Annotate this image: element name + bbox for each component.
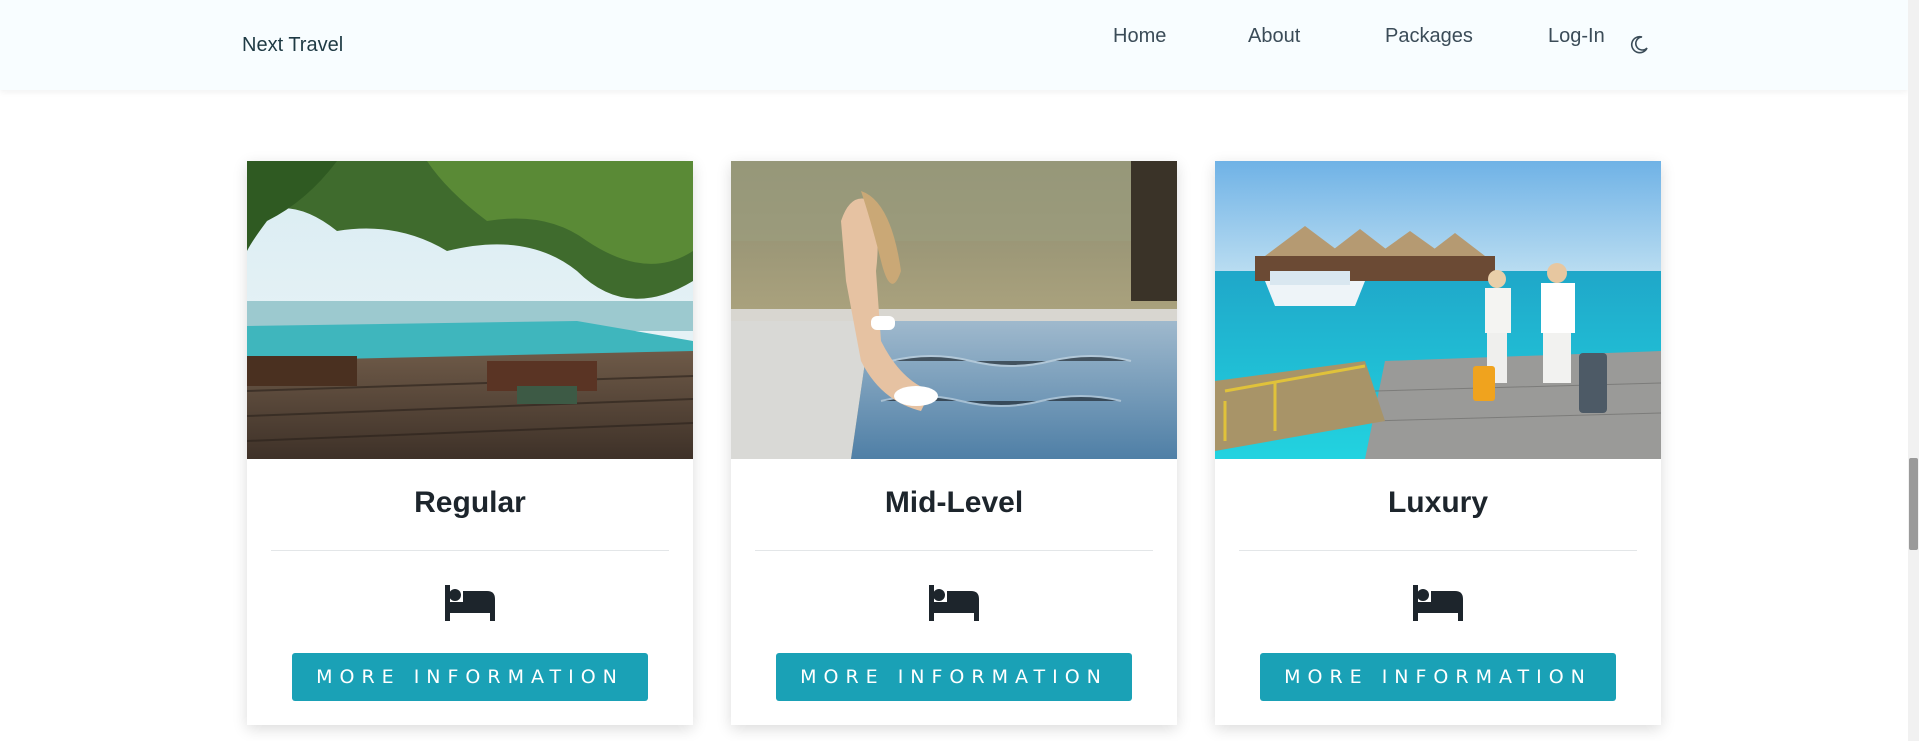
package-card-regular: Regular MORE INFORMATION	[247, 161, 693, 725]
page-scrollbar[interactable]	[1908, 0, 1919, 741]
package-card-luxury: Luxury MORE INFORMATION	[1215, 161, 1661, 725]
more-information-button[interactable]: MORE INFORMATION	[1260, 653, 1616, 701]
woman-in-pool-image	[731, 161, 1177, 459]
bed-icon	[927, 585, 981, 621]
nav-link-packages[interactable]: Packages	[1385, 25, 1473, 48]
navbar: Next Travel Home About Packages Log-In	[0, 0, 1908, 90]
nav-link-login[interactable]: Log-In	[1548, 25, 1605, 48]
nav-link-home[interactable]: Home	[1113, 25, 1166, 48]
scrollbar-thumb[interactable]	[1909, 458, 1918, 550]
package-card-mid-level: Mid-Level MORE INFORMATION	[731, 161, 1177, 725]
bed-icon	[1411, 585, 1465, 621]
divider	[271, 550, 669, 551]
package-title: Mid-Level	[884, 486, 1024, 519]
package-title: Luxury	[1387, 486, 1489, 519]
more-information-button[interactable]: MORE INFORMATION	[292, 653, 648, 701]
divider	[755, 550, 1153, 551]
nav-link-about[interactable]: About	[1248, 25, 1300, 48]
moon-icon[interactable]	[1628, 34, 1650, 56]
divider	[1239, 550, 1637, 551]
bed-icon	[443, 585, 497, 621]
more-information-button[interactable]: MORE INFORMATION	[776, 653, 1132, 701]
resort-pool-image	[247, 161, 693, 459]
package-title: Regular	[414, 486, 526, 519]
overwater-villas-image	[1215, 161, 1661, 459]
brand-logo-text[interactable]: Next Travel	[242, 34, 343, 57]
